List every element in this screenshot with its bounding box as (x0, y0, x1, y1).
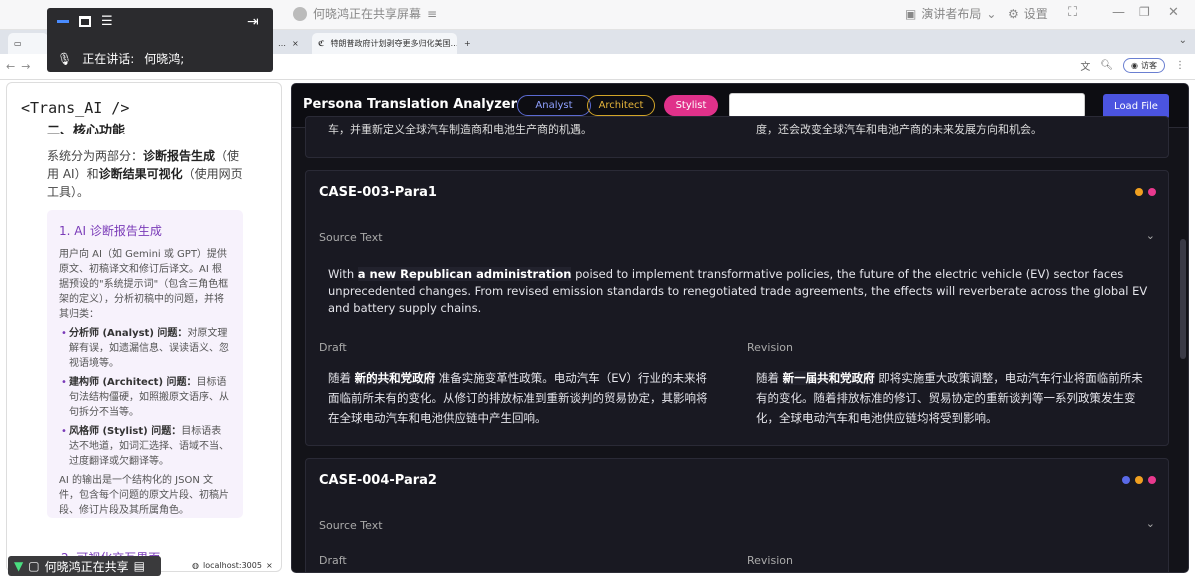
card-title: 1. AI 诊断报告生成 (59, 224, 162, 238)
screen-icon: ▢ (28, 559, 40, 573)
highlight-span[interactable]: 新一届共和党政府 (782, 371, 875, 385)
tab-close-icon[interactable]: × (292, 39, 299, 48)
filter-architect[interactable]: Architect (587, 95, 655, 116)
share-menu-icon: ▤ (133, 559, 145, 573)
menu-icon[interactable]: ≡ (427, 7, 437, 21)
more-menu-icon[interactable]: ⋮ (1175, 60, 1185, 71)
stylist-dot (1148, 476, 1156, 484)
role-list: 分析师 (Analyst) 问题：对原文理解有误，如遗漏信息、误读语义、忽视语境… (59, 326, 231, 469)
draft-label: Draft (319, 554, 347, 567)
speaking-line: 🎙︎ 正在讲话: 何晓鸿; (57, 51, 185, 67)
nav-arrows[interactable]: ←→ (6, 60, 36, 73)
guest-profile-button[interactable]: ◉ 访客 (1123, 58, 1165, 73)
revision-label: Revision (747, 554, 793, 567)
gear-icon: ⚙ (1008, 6, 1019, 21)
scrollbar[interactable] (1180, 239, 1186, 359)
architect-dot (1135, 188, 1143, 196)
case-card-prev: 车，并重新定义全球汽车制造商和电池生产商的机遇。 度，还会改变全球汽车和电池产商… (305, 116, 1169, 158)
doc-panel: <Trans_AI /> 二、核心功能 系统分为两部分：诊断报告生成（使用 AI… (6, 82, 282, 572)
restore-icon[interactable]: ❐ (1139, 5, 1150, 19)
draft-label: Draft (319, 341, 347, 354)
case-id: CASE-003-Para1 (319, 185, 437, 200)
source-text-label: Source Text (319, 519, 383, 532)
intro-paragraph: 系统分为两部分：诊断报告生成（使用 AI）和诊断结果可视化（使用网页工具）。 (47, 149, 243, 199)
filter-analyst[interactable]: Analyst (517, 95, 591, 116)
globe-icon: ◍ (192, 560, 199, 570)
card-paragraph: 用户向 AI（如 Gemini 或 GPT）提供原文、初稿译文和修订后译文。AI… (59, 249, 229, 320)
revision-label: Revision (747, 341, 793, 354)
translate-icon[interactable]: 文 (1080, 58, 1090, 73)
new-tab-button[interactable]: + (458, 33, 478, 54)
chevron-down-icon: ⌄ (986, 6, 997, 21)
chevron-down-icon[interactable]: ⌄ (1146, 517, 1155, 530)
news-icon: ℭ (318, 39, 325, 48)
case-card: CASE-004-Para2 Source Text ⌄ Draft Revis… (305, 458, 1169, 572)
window-icon[interactable] (79, 16, 91, 27)
analyzer-app: Persona Translation Analyzer Analyst Arc… (291, 83, 1189, 573)
mic-icon: ▼ (14, 559, 24, 573)
role-dots (1122, 476, 1156, 484)
search-input[interactable] (729, 93, 1085, 118)
list-item: 建构师 (Architect) 问题：目标语句法结构僵硬，如照搬原文语序、从句拆… (59, 375, 231, 420)
layout-icon: ▣ (905, 6, 917, 21)
tab-news[interactable]: ℭ 特朗普政府计划剥夺更多归化美国… × (312, 33, 457, 54)
section-heading: 二、核心功能 (47, 124, 126, 134)
collapse-panel-icon[interactable]: ⇥ (247, 14, 259, 30)
minimize-icon[interactable]: — (1112, 5, 1125, 20)
filter-stylist[interactable]: Stylist (664, 95, 718, 116)
tab-close-icon[interactable]: × (266, 561, 273, 570)
tab-list-icon[interactable]: ⌄ (1179, 35, 1187, 46)
doc-title: <Trans_AI /> (21, 99, 130, 117)
user-icon: ◉ (1131, 61, 1138, 70)
address-bar-icons: 文 🔍︎ ◉ 访客 ⋮ (1080, 58, 1185, 73)
case-card: CASE-003-Para1 Source Text ⌄ With a new … (305, 170, 1169, 446)
list-icon[interactable]: ☰ (101, 15, 113, 28)
app-title: Persona Translation Analyzer (303, 97, 518, 112)
list-item: 风格师 (Stylist) 问题：目标语表达不地道，如词汇选择、语域不当、过度翻… (59, 424, 231, 469)
minimize-speaker-icon[interactable] (57, 20, 69, 23)
analyst-dot (1122, 476, 1130, 484)
draft-text: 随着 新的共和党政府 准备实施变革性政策。电动汽车（EV）行业的未来将面临前所未… (328, 371, 708, 425)
mic-icon: 🎙︎ (57, 51, 73, 66)
tab-partial[interactable]: … × (272, 33, 310, 54)
close-icon[interactable]: ✕ (1168, 5, 1179, 20)
settings-button[interactable]: ⚙ 设置 (1008, 5, 1048, 22)
page-icon: ▭ (14, 39, 22, 48)
speaker-controls: ☰ (57, 15, 113, 28)
share-status: 何晓鸿正在共享屏幕 ≡ (293, 5, 437, 22)
architect-dot (1135, 476, 1143, 484)
speaker-overlay: ☰ ⇥ 🎙︎ 正在讲话: 何晓鸿; (47, 8, 273, 72)
highlight-span[interactable]: a new Republican administration (357, 267, 572, 281)
presenter-layout-button[interactable]: ▣ 演讲者布局 ⌄ (905, 5, 996, 22)
source-text-label: Source Text (319, 231, 383, 244)
chevron-down-icon[interactable]: ⌄ (1146, 229, 1155, 242)
share-icon (293, 6, 307, 21)
ai-report-card: 1. AI 诊断报告生成 用户向 AI（如 Gemini 或 GPT）提供原文、… (47, 210, 243, 518)
case-id: CASE-004-Para2 (319, 473, 437, 488)
bottom-tab[interactable]: ◍ localhost:3005 × (192, 558, 284, 572)
zoom-icon[interactable]: 🔍︎ (1100, 60, 1113, 71)
stylist-dot (1148, 188, 1156, 196)
card-footer: AI 的输出是一个结构化的 JSON 文件，包含每个问题的原文片段、初稿片段、修… (59, 475, 229, 516)
role-dots (1135, 188, 1156, 196)
fullscreen-icon[interactable]: ⛶ (1068, 5, 1077, 20)
revision-text: 随着 新一届共和党政府 即将实施重大政策调整，电动汽车行业将面临前所未有的变化。… (756, 371, 1143, 425)
tab-first[interactable]: ▭ (8, 33, 48, 54)
list-item: 分析师 (Analyst) 问题：对原文理解有误，如遗漏信息、误读语义、忽视语境… (59, 326, 231, 371)
share-indicator[interactable]: ▼ ▢ 何晓鸿正在共享 ▤ (8, 556, 161, 576)
highlight-span[interactable]: 新的共和党政府 (354, 371, 436, 385)
source-text: With a new Republican administration poi… (328, 267, 1148, 315)
